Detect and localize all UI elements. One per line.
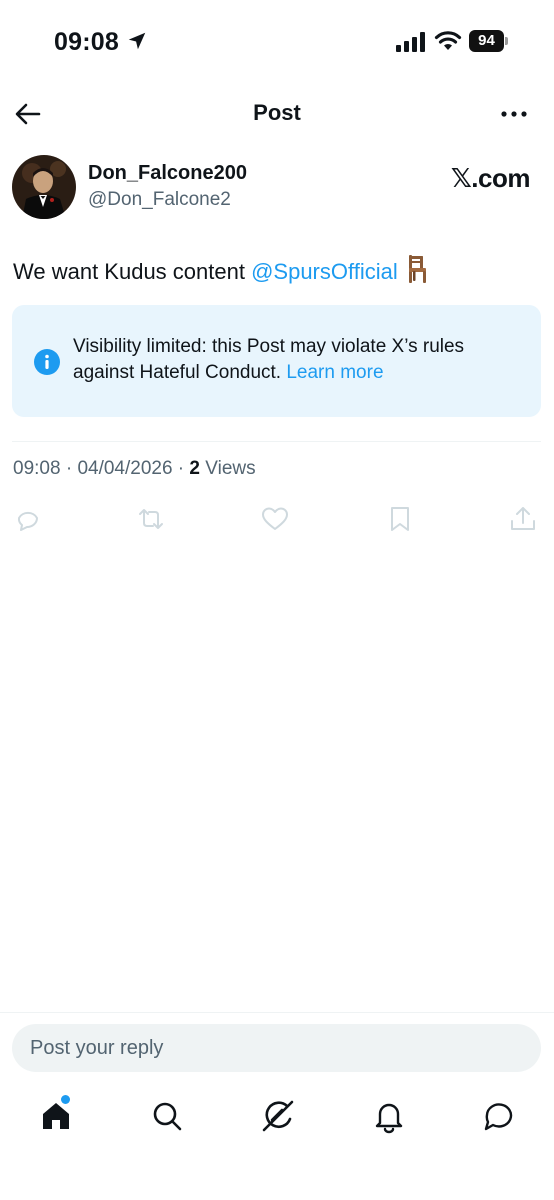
page-title: Post	[253, 100, 301, 125]
avatar[interactable]	[12, 155, 76, 219]
share-icon[interactable]	[508, 505, 538, 533]
view-count: 2	[189, 458, 200, 479]
more-options-icon[interactable]	[496, 98, 532, 130]
visibility-notice: Visibility limited: this Post may violat…	[12, 305, 541, 417]
status-bar: 09:08 94	[0, 0, 554, 84]
location-arrow-icon	[128, 32, 146, 50]
bookmark-icon[interactable]	[385, 505, 415, 533]
wifi-icon	[434, 31, 462, 50]
like-icon[interactable]	[260, 505, 290, 533]
mention-link[interactable]: @SpursOfficial	[251, 259, 398, 284]
cellular-signal-icon	[396, 32, 425, 52]
notice-message: Visibility limited: this Post may violat…	[73, 336, 465, 383]
author-handle[interactable]: @Don_Falcone2	[88, 189, 231, 211]
author-name[interactable]: Don_Falcone200	[88, 162, 247, 185]
divider	[0, 1012, 554, 1013]
divider	[12, 441, 541, 442]
repost-icon[interactable]	[136, 505, 166, 533]
reply-placeholder: Post your reply	[30, 1037, 164, 1059]
nav-header: Post	[0, 86, 554, 142]
battery-level: 94	[469, 30, 504, 52]
bell-icon[interactable]	[371, 1098, 407, 1134]
info-icon	[34, 349, 60, 375]
status-time: 09:08	[54, 28, 119, 56]
search-icon[interactable]	[149, 1098, 185, 1134]
chair-icon	[408, 255, 426, 283]
post-meta: 09:08 · 04/04/2026 · 2 Views	[13, 458, 256, 479]
battery-indicator: 94	[469, 30, 509, 52]
reply-icon[interactable]	[13, 505, 43, 533]
notice-text: Visibility limited: this Post may violat…	[73, 334, 528, 386]
learn-more-link[interactable]: Learn more	[286, 362, 383, 383]
source-badge: 𝕏.com	[450, 163, 531, 193]
post-text: We want Kudus content @SpursOfficial	[13, 254, 543, 287]
reply-input[interactable]: Post your reply	[12, 1024, 541, 1072]
grok-icon[interactable]	[260, 1098, 296, 1134]
messages-icon[interactable]	[481, 1098, 517, 1134]
post-text-body: We want Kudus content	[13, 259, 252, 284]
views-label: Views	[205, 458, 256, 479]
battery-tip	[505, 37, 508, 45]
notification-dot	[61, 1095, 70, 1104]
post-time: 09:08	[13, 458, 61, 479]
post-date: 04/04/2026	[77, 458, 173, 479]
home-icon[interactable]	[38, 1098, 74, 1134]
